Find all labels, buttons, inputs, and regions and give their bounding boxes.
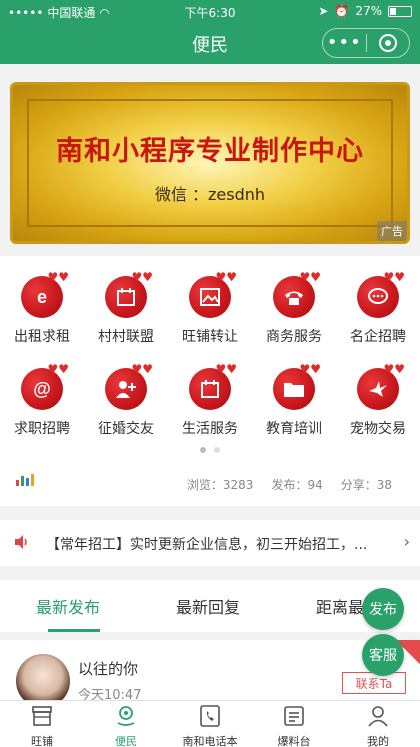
customer-service-button[interactable]: 客服 bbox=[362, 634, 404, 676]
tab-nearest[interactable]: 距离最 bbox=[316, 594, 364, 618]
grid-label: 宠物交易 bbox=[350, 421, 406, 437]
folder-icon: ♥♥ bbox=[273, 362, 321, 410]
bottom-tab-bar: 旺铺 便民 南和电话本 爆料台 我的 bbox=[0, 700, 420, 747]
grid-label: 村村联盟 bbox=[98, 329, 154, 345]
stats-text: 浏览：3283 发布：94 分享：38 bbox=[187, 476, 392, 493]
grid-item-business[interactable]: ♥♥ 商务服务 bbox=[252, 270, 336, 356]
svg-text:e: e bbox=[37, 287, 47, 307]
feed-tabs: 最新发布 最新回复 距离最 bbox=[0, 580, 420, 632]
banner-title: 南和小程序专业制作中心 bbox=[56, 136, 364, 167]
grid-label: 教育培训 bbox=[266, 421, 322, 437]
grid-item-recruit[interactable]: ♥♥ 名企招聘 bbox=[336, 270, 420, 356]
grid-item-rent[interactable]: ♥♥ e 出租求租 bbox=[0, 270, 84, 356]
contact-button[interactable]: 联系Ta bbox=[342, 672, 406, 694]
calendar-icon: ♥♥ bbox=[189, 362, 237, 410]
publish-button[interactable]: 发布 bbox=[362, 588, 404, 630]
tabbar-label: 南和电话本 bbox=[182, 735, 238, 747]
pager-dot[interactable] bbox=[214, 447, 220, 453]
grid-label: 出租求租 bbox=[14, 329, 70, 345]
grid-label: 旺铺转让 bbox=[182, 329, 238, 345]
phonebook-icon bbox=[200, 705, 220, 727]
phone-icon: ♥♥ bbox=[273, 270, 321, 318]
post-author: 以往的你 bbox=[78, 660, 139, 678]
speaker-icon bbox=[15, 535, 27, 549]
grid-label: 商务服务 bbox=[266, 329, 322, 345]
stats-row: 浏览：3283 发布：94 分享：38 bbox=[0, 466, 420, 502]
tabbar-label: 旺铺 bbox=[31, 735, 53, 747]
close-ring-icon bbox=[378, 34, 397, 52]
svg-text:@: @ bbox=[33, 379, 51, 399]
location-icon bbox=[117, 706, 135, 726]
notice-bar[interactable]: 【常年招工】实时更新企业信息，初三开始招工，... › bbox=[0, 520, 420, 566]
ie-icon: ♥♥ e bbox=[21, 270, 69, 318]
alarm-icon: ⏰ bbox=[334, 4, 350, 18]
nav-bar: 便民 ••• bbox=[0, 22, 420, 64]
status-right: ➤ ⏰ 27% bbox=[318, 4, 412, 18]
pager-dot-active[interactable] bbox=[200, 447, 206, 453]
calendar-icon: ♥♥ bbox=[105, 270, 153, 318]
user-icon bbox=[368, 706, 388, 727]
grid-item-education[interactable]: ♥♥ 教育培训 bbox=[252, 362, 336, 448]
grid-item-pet[interactable]: ♥♥ 宠物交易 bbox=[336, 362, 420, 448]
ad-banner[interactable]: 南和小程序专业制作中心 微信 ：zesdnh 广告 bbox=[10, 82, 410, 244]
chart-icon bbox=[16, 474, 36, 486]
grid-item-job[interactable]: ♥♥ @ 求职招聘 bbox=[0, 362, 84, 448]
tabbar-item-convenience[interactable]: 便民 bbox=[84, 701, 168, 747]
bird-icon: ♥♥ bbox=[357, 362, 405, 410]
news-icon bbox=[284, 706, 304, 726]
tabbar-label: 爆料台 bbox=[277, 735, 311, 747]
chevron-right-icon: › bbox=[403, 532, 410, 551]
tab-latest-replies[interactable]: 最新回复 bbox=[176, 594, 240, 618]
grid-label: 求职招聘 bbox=[14, 421, 70, 437]
notice-text: 【常年招工】实时更新企业信息，初三开始招工，... bbox=[46, 537, 368, 553]
picture-icon: ♥♥ bbox=[189, 270, 237, 318]
status-bar: ••••• 中国联通 ◠ 下午6:30 ➤ ⏰ 27% bbox=[0, 0, 420, 22]
shares-count: 分享：38 bbox=[340, 478, 392, 492]
more-dots-icon[interactable]: ••• bbox=[323, 34, 366, 52]
post-item[interactable]: 以往的你 今天10:47 联系Ta bbox=[0, 640, 420, 708]
posts-count: 发布：94 bbox=[271, 478, 323, 492]
banner-subtitle: 微信 ：zesdnh bbox=[154, 185, 266, 204]
location-arrow-icon: ➤ bbox=[318, 4, 329, 18]
grid-label: 征婚交友 bbox=[98, 421, 154, 437]
tabbar-item-me[interactable]: 我的 bbox=[336, 701, 420, 747]
shop-icon bbox=[32, 706, 52, 726]
battery-percent: 27% bbox=[355, 4, 382, 18]
grid-item-shop-transfer[interactable]: ♥♥ 旺铺转让 bbox=[168, 270, 252, 356]
grid-item-life[interactable]: ♥♥ 生活服务 bbox=[168, 362, 252, 448]
tab-latest-posts[interactable]: 最新发布 bbox=[36, 594, 100, 618]
add-user-icon: ♥♥ bbox=[105, 362, 153, 410]
grid-label: 生活服务 bbox=[182, 421, 238, 437]
at-icon: ♥♥ @ bbox=[21, 362, 69, 410]
close-button[interactable] bbox=[366, 34, 409, 52]
chat-icon: ♥♥ bbox=[357, 270, 405, 318]
views-count: 浏览：3283 bbox=[186, 478, 254, 492]
ad-label: 广告 bbox=[377, 221, 407, 241]
active-tab-indicator bbox=[48, 629, 100, 632]
tabbar-label: 我的 bbox=[367, 735, 389, 747]
tabbar-item-shop[interactable]: 旺铺 bbox=[0, 701, 84, 747]
tabbar-item-news[interactable]: 爆料台 bbox=[252, 701, 336, 747]
mini-program-capsule: ••• bbox=[322, 28, 410, 58]
battery-icon bbox=[388, 5, 412, 17]
pager-dots bbox=[0, 447, 420, 453]
grid-item-dating[interactable]: ♥♥ 征婚交友 bbox=[84, 362, 168, 448]
grid-item-village[interactable]: ♥♥ 村村联盟 bbox=[84, 270, 168, 356]
tabbar-item-phonebook[interactable]: 南和电话本 bbox=[168, 701, 252, 747]
grid-label: 名企招聘 bbox=[350, 329, 406, 345]
tabbar-label: 便民 bbox=[115, 735, 137, 747]
